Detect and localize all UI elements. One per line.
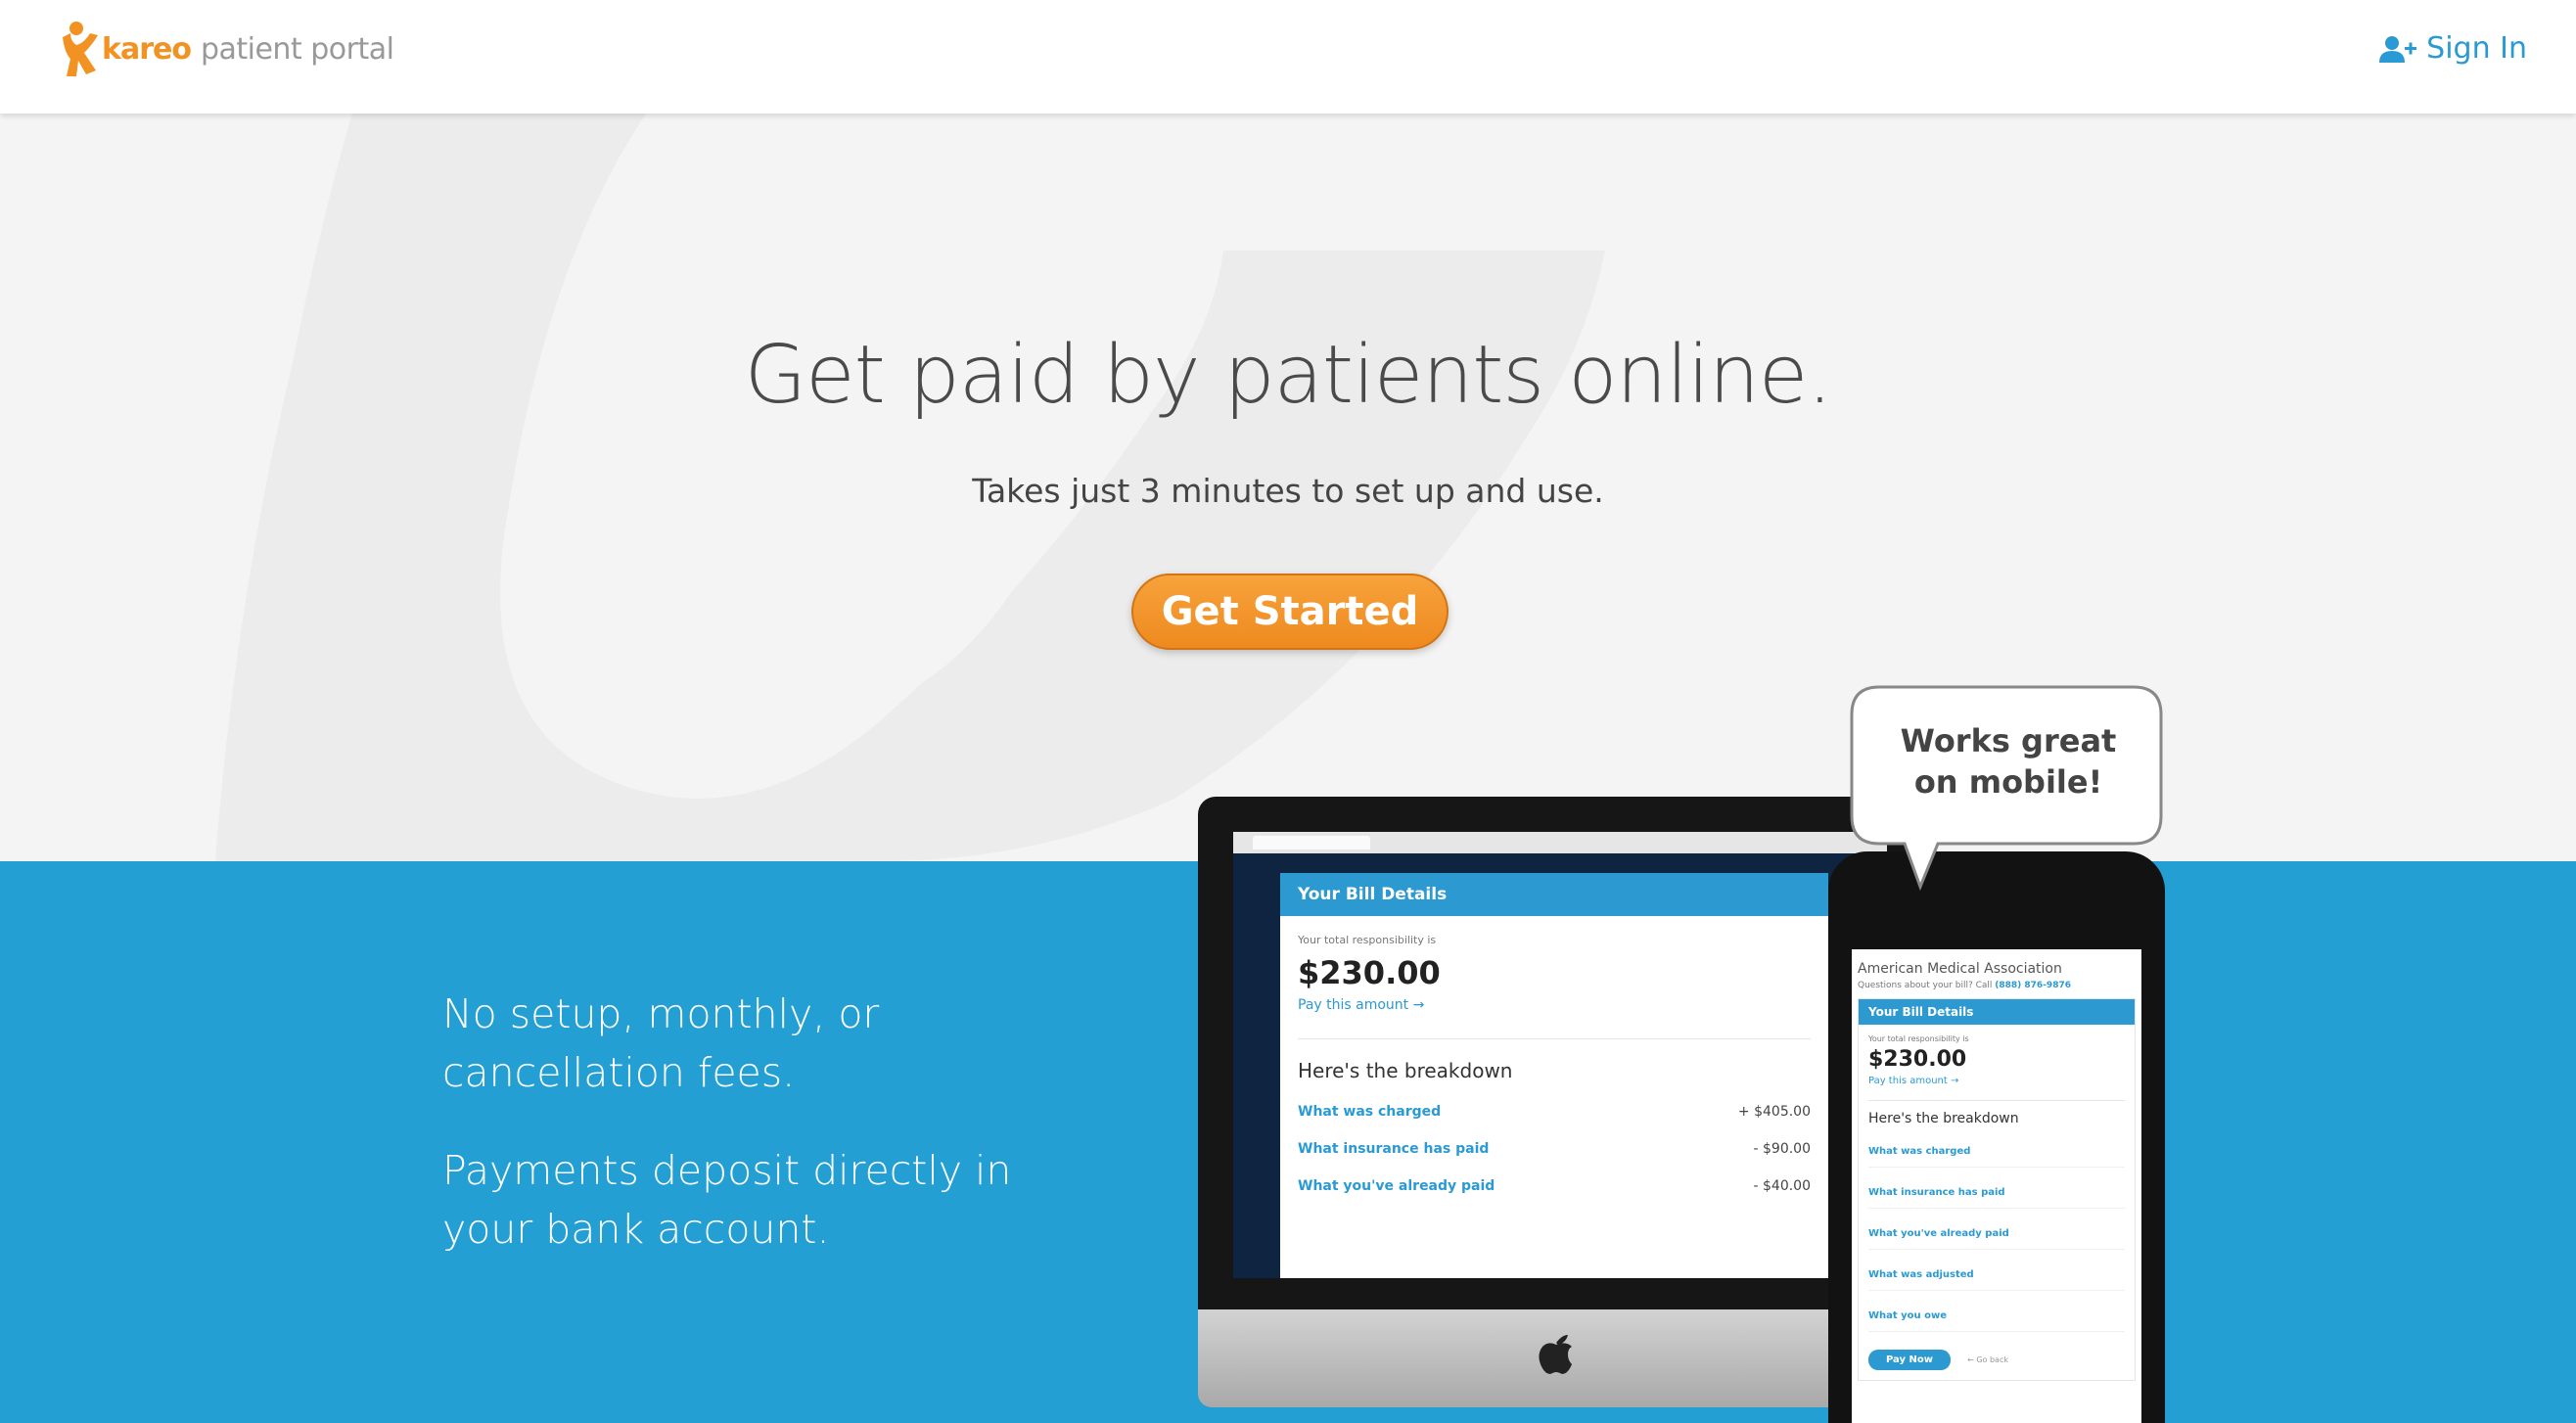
mobile-breakdown-item: What you've already paid <box>1868 1228 2125 1250</box>
mobile-responsibility-label: Your total responsibility is <box>1868 1034 1969 1043</box>
desktop-device-mockup: Your Bill Details Your total responsibil… <box>1198 797 1922 1423</box>
desktop-bill-card: Your Bill Details Your total responsibil… <box>1280 873 1828 1278</box>
hero-title: Get paid by patients online. <box>744 329 1833 422</box>
feature-no-fees: No setup, monthly, or cancellation fees. <box>442 990 880 1096</box>
mobile-pay-button: Pay Now <box>1868 1350 1951 1370</box>
browser-tab <box>1253 836 1370 849</box>
mobile-breakdown-item: What was adjusted <box>1868 1269 2125 1291</box>
row-value: - $90.00 <box>1753 1141 1812 1157</box>
mobile-breakdown-item: What insurance has paid <box>1868 1187 2125 1209</box>
row-value: - $40.00 <box>1753 1178 1812 1194</box>
mobile-pay-link: Pay this amount → <box>1868 1076 1959 1086</box>
breakdown-row: What was charged + $405.00 <box>1298 1104 1811 1120</box>
kareo-logo[interactable]: kareo patient portal <box>57 20 394 78</box>
mobile-bill-header: Your Bill Details <box>1859 999 2135 1025</box>
top-header: kareo patient portal Sign In <box>0 0 2576 114</box>
breakdown-row: What you've already paid - $40.00 <box>1298 1178 1811 1194</box>
add-user-icon <box>2379 35 2417 63</box>
responsibility-label: Your total responsibility is <box>1298 934 1437 946</box>
logo-brand-text: kareo <box>102 31 192 67</box>
mobile-breakdown-item: What you owe <box>1868 1310 2125 1332</box>
row-value: + $405.00 <box>1737 1104 1811 1120</box>
kareo-figure-icon <box>57 20 100 78</box>
mobile-breakdown-title: Here's the breakdown <box>1868 1100 2125 1126</box>
pay-amount-link: Pay this amount → <box>1298 997 1425 1013</box>
hero-subtitle: Takes just 3 minutes to set up and use. <box>972 472 1604 510</box>
get-started-button[interactable]: Get Started <box>1131 574 1449 650</box>
bill-amount: $230.00 <box>1298 954 1441 991</box>
browser-toolbar <box>1233 832 1887 853</box>
breakdown-title: Here's the breakdown <box>1298 1038 1811 1082</box>
sign-in-label: Sign In <box>2426 31 2527 66</box>
apple-logo-icon <box>1539 1335 1572 1374</box>
row-label: What was charged <box>1298 1104 1442 1120</box>
monitor-frame: Your Bill Details Your total responsibil… <box>1198 797 1922 1309</box>
feature-deposit: Payments deposit directly in your bank a… <box>442 1147 1012 1253</box>
row-label: What insurance has paid <box>1298 1141 1490 1157</box>
billing-question: Questions about your bill? Call (888) 87… <box>1858 981 2071 990</box>
phone-screen: American Medical Association Questions a… <box>1852 949 2141 1423</box>
row-label: What you've already paid <box>1298 1178 1495 1194</box>
breakdown-row: What insurance has paid - $90.00 <box>1298 1141 1811 1157</box>
mobile-back-link: ← Go back <box>1967 1355 2008 1364</box>
bubble-text: Works great on mobile! <box>1900 722 2117 801</box>
hero-section: Get paid by patients online. Takes just … <box>0 114 2576 861</box>
logo-product-text: patient portal <box>200 31 394 67</box>
mobile-device-mockup: American Medical Association Questions a… <box>1828 851 2165 1423</box>
bill-header: Your Bill Details <box>1280 873 1828 916</box>
mobile-breakdown-item: What was charged <box>1868 1146 2125 1168</box>
monitor-screen: Your Bill Details Your total responsibil… <box>1233 832 1887 1278</box>
features-list: No setup, monthly, or cancellation fees.… <box>442 985 1049 1298</box>
mobile-bill-card: Your Bill Details Your total responsibil… <box>1858 998 2136 1381</box>
org-name: American Medical Association <box>1858 961 2062 977</box>
mobile-amount: $230.00 <box>1868 1047 1967 1072</box>
sign-in-link[interactable]: Sign In <box>2379 31 2527 66</box>
